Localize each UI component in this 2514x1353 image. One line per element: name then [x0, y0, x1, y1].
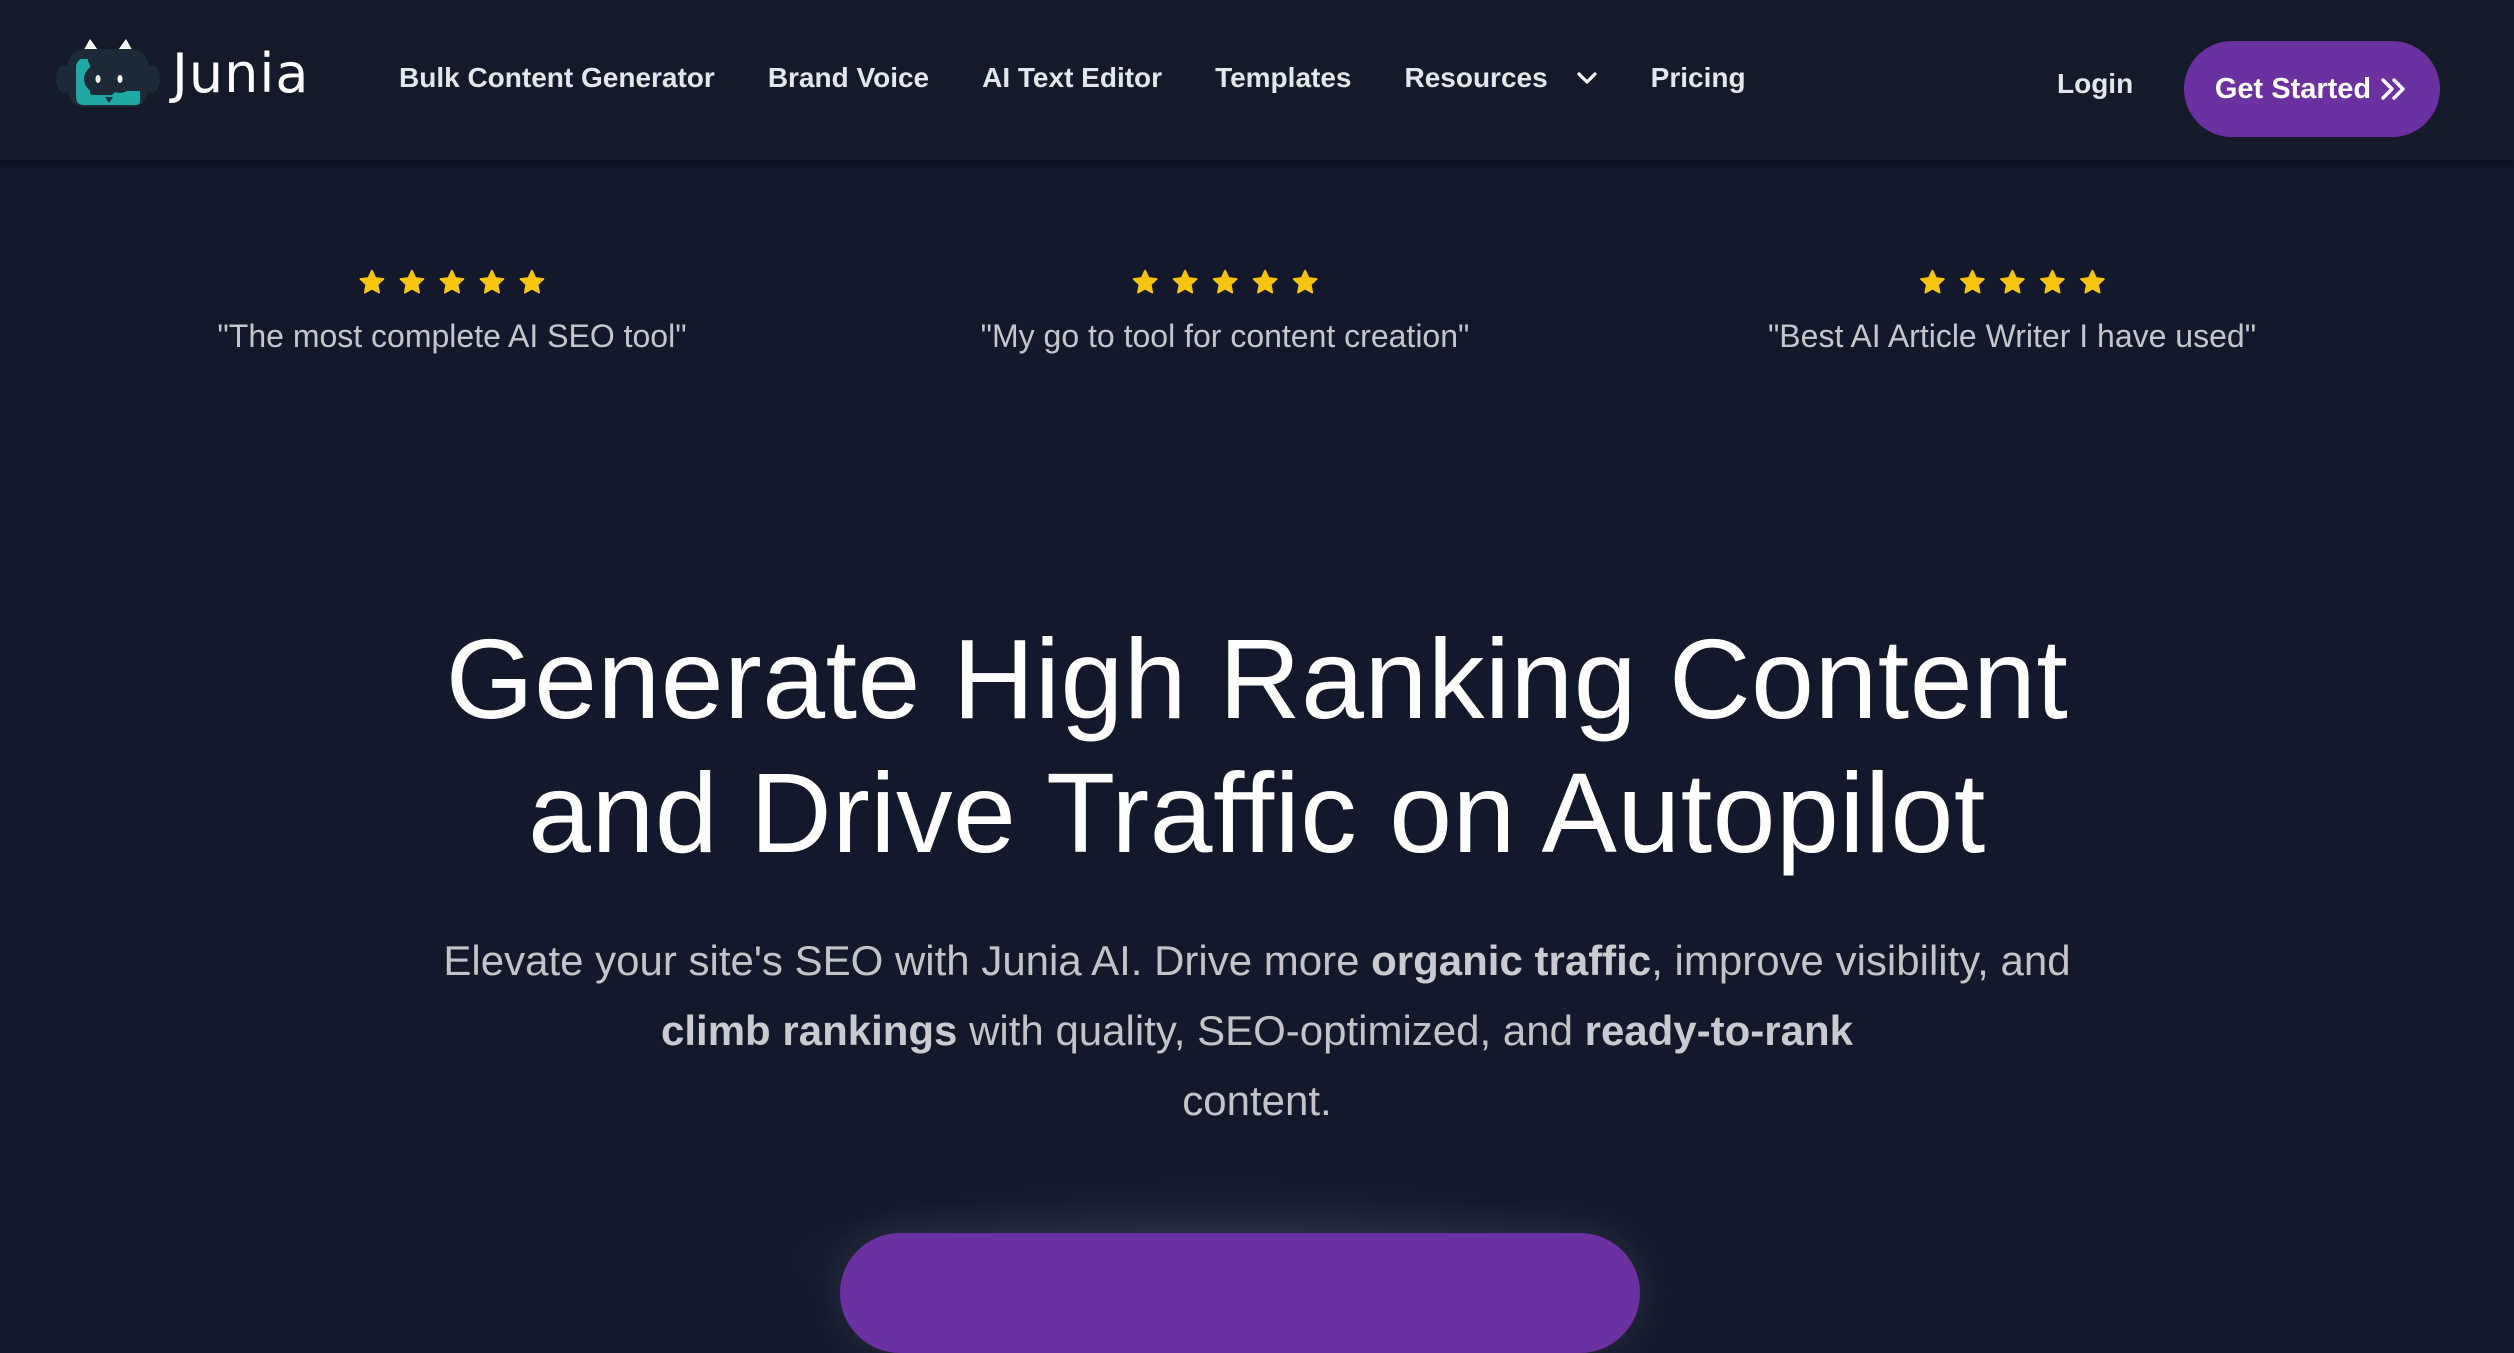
star-icon — [359, 269, 385, 294]
hero-subtitle: Elevate your site's SEO with Junia AI. D… — [407, 926, 2107, 1136]
star-icon — [1252, 269, 1278, 294]
nav-item-label: Resources — [1404, 62, 1548, 93]
subtitle-emphasis: climb rankings — [661, 1007, 958, 1054]
subtitle-emphasis: ready-to-rank — [1584, 1007, 1853, 1054]
star-icon — [1999, 269, 2025, 294]
star-icon — [1292, 269, 1318, 294]
star-icon — [479, 269, 505, 294]
subtitle-text: with quality, SEO-optimized, and — [957, 1007, 1585, 1054]
hero-title: Generate High Ranking Content and Drive … — [0, 612, 2514, 880]
star-icon — [399, 269, 425, 294]
get-started-button[interactable]: Get Started — [2184, 41, 2440, 137]
nav-item-pricing[interactable]: Pricing — [1651, 62, 1746, 94]
nav-item-ai-text-editor[interactable]: AI Text Editor — [982, 62, 1162, 94]
nav-item-resources-dropdown[interactable]: Resources — [1404, 62, 1597, 94]
subtitle-text: , improve visibility, and — [1651, 937, 2071, 984]
review-quote: "My go to tool for content creation" — [980, 318, 1470, 354]
reviews-strip: "The most complete AI SEO tool" "My go t… — [0, 268, 2514, 368]
get-started-label: Get Started — [2214, 72, 2372, 105]
subtitle-text: Elevate your site's SEO with Junia AI. D… — [443, 937, 1372, 984]
star-icon — [519, 269, 545, 294]
star-icon — [1919, 269, 1945, 294]
star-icon — [439, 269, 465, 294]
logo-link[interactable]: Junia — [56, 38, 309, 108]
hero-title-line-1: Generate High Ranking Content — [445, 616, 2069, 742]
review-item: "Best AI Article Writer I have used" — [1768, 268, 2256, 355]
review-item: "The most complete AI SEO tool" — [217, 268, 687, 355]
double-chevron-right-icon — [2381, 78, 2405, 100]
nav-item-label: Brand Voice — [767, 62, 930, 93]
nav-item-label: Bulk Content Generator — [399, 62, 715, 93]
nav-item-bulk-content-generator[interactable]: Bulk Content Generator — [399, 62, 715, 94]
review-quote: "Best AI Article Writer I have used" — [1767, 318, 2257, 354]
login-link[interactable]: Login — [2057, 68, 2133, 100]
nav-item-label: AI Text Editor — [982, 62, 1163, 93]
star-rating — [217, 268, 686, 298]
nav-item-label: Pricing — [1650, 62, 1746, 93]
review-quote: "The most complete AI SEO tool" — [217, 318, 687, 354]
nav-item-label: Templates — [1215, 62, 1352, 93]
star-icon — [2079, 269, 2105, 294]
star-icon — [1959, 269, 1985, 294]
nav-item-templates[interactable]: Templates — [1215, 62, 1351, 94]
chevron-down-icon — [1577, 72, 1597, 84]
main-nav: Bulk Content Generator Brand Voice AI Te… — [399, 62, 1799, 94]
star-icon — [1172, 269, 1198, 294]
brand-name: Junia — [172, 41, 310, 105]
hero-title-line-2: and Drive Traffic on Autopilot — [528, 750, 1986, 876]
star-icon — [1212, 269, 1238, 294]
review-item: "My go to tool for content creation" — [980, 268, 1470, 355]
star-icon — [2039, 269, 2065, 294]
robot-cat-logo-icon — [56, 39, 160, 107]
hero-cta-button[interactable] — [840, 1233, 1640, 1353]
star-rating — [1768, 268, 2256, 298]
star-rating — [981, 268, 1470, 298]
star-icon — [1132, 269, 1158, 294]
top-navigation-bar: Junia Bulk Content Generator Brand Voice… — [0, 0, 2514, 160]
subtitle-text: content. — [1182, 1077, 1332, 1124]
subtitle-emphasis: organic traffic — [1371, 937, 1652, 984]
nav-item-brand-voice[interactable]: Brand Voice — [768, 62, 929, 94]
